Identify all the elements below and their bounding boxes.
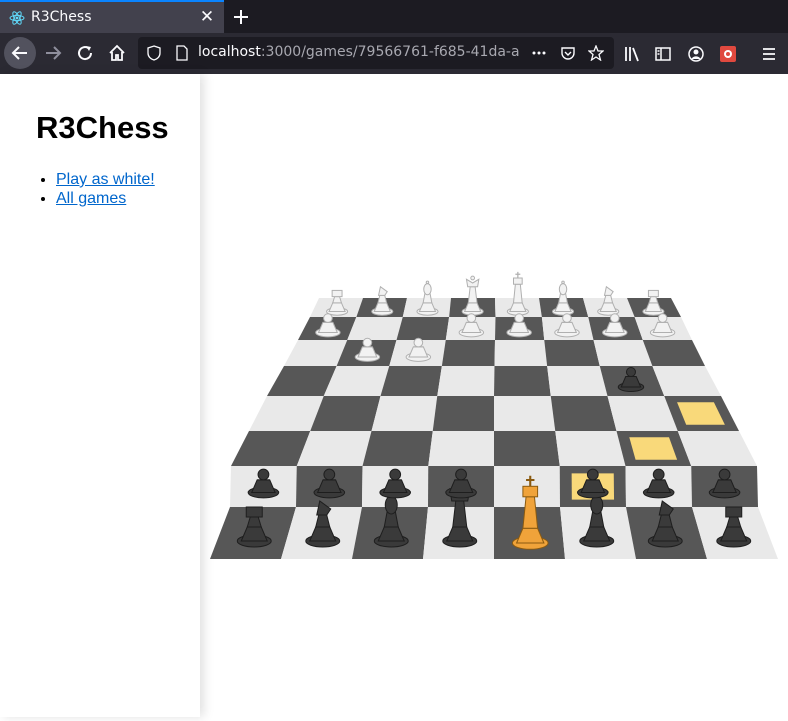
king-piece[interactable]: [506, 271, 529, 316]
board-square[interactable]: [494, 396, 556, 431]
board-square[interactable]: [550, 396, 617, 431]
reload-button[interactable]: [69, 37, 101, 69]
forward-arrow-icon: [46, 46, 62, 60]
board-square[interactable]: [284, 340, 348, 366]
pocket-icon[interactable]: [560, 45, 576, 61]
board-square[interactable]: [593, 340, 653, 366]
all-games-link[interactable]: All games: [56, 190, 126, 207]
sidebar: R3Chess Play as white! All games: [0, 74, 200, 717]
bookmark-star-icon[interactable]: [588, 45, 604, 61]
board-square[interactable]: [362, 431, 433, 466]
board-square[interactable]: [432, 396, 494, 431]
board-square[interactable]: [428, 431, 494, 466]
page-icon[interactable]: [174, 45, 190, 61]
close-tab-icon[interactable]: ✕: [199, 9, 215, 26]
library-icon[interactable]: [623, 45, 641, 63]
board-square[interactable]: [437, 366, 495, 396]
sidebar-toggle-icon[interactable]: [654, 45, 672, 63]
board-square[interactable]: [547, 366, 608, 396]
new-tab-icon[interactable]: [231, 7, 251, 27]
tab-bar: R3Chess ✕: [0, 0, 788, 33]
reload-icon: [78, 46, 93, 61]
move-highlight[interactable]: [629, 437, 678, 460]
board-square[interactable]: [441, 340, 495, 366]
tab-title: R3Chess: [31, 9, 92, 25]
board-square[interactable]: [555, 431, 626, 466]
board-square[interactable]: [494, 431, 560, 466]
back-arrow-icon: [11, 46, 27, 60]
forward-button[interactable]: [37, 37, 69, 69]
board-square[interactable]: [652, 366, 721, 396]
board-square[interactable]: [347, 317, 403, 340]
board-canvas[interactable]: [200, 74, 788, 717]
list-item: Play as white!: [56, 170, 155, 189]
browser-tab[interactable]: R3Chess ✕: [0, 0, 224, 33]
extension-icon[interactable]: [719, 45, 737, 63]
board-square[interactable]: [642, 340, 705, 366]
home-icon: [109, 44, 125, 61]
address-bar[interactable]: localhost:3000/games/79566761-f685-41da-…: [138, 37, 614, 69]
home-button[interactable]: [101, 37, 133, 69]
account-icon[interactable]: [687, 45, 705, 63]
board-square[interactable]: [231, 431, 311, 466]
queen-piece[interactable]: [461, 275, 484, 316]
board-square[interactable]: [677, 431, 757, 466]
shield-icon[interactable]: [146, 45, 162, 61]
chess-board[interactable]: [200, 74, 788, 717]
url-text[interactable]: localhost:3000/games/79566761-f685-41da-…: [198, 44, 523, 60]
play-as-white-link[interactable]: Play as white!: [56, 171, 155, 188]
board-square[interactable]: [371, 396, 438, 431]
board-square[interactable]: [380, 366, 442, 396]
board-square[interactable]: [494, 340, 548, 366]
board-square[interactable]: [494, 366, 551, 396]
board-square[interactable]: [396, 317, 450, 340]
more-actions-icon[interactable]: [531, 45, 547, 61]
back-button[interactable]: [4, 37, 36, 69]
page-title: R3Chess: [36, 110, 169, 145]
react-icon: [9, 11, 25, 25]
nav-links: Play as white! All games: [16, 170, 155, 208]
menu-icon[interactable]: [760, 45, 778, 63]
nav-toolbar: localhost:3000/games/79566761-f685-41da-…: [0, 33, 788, 74]
board-square[interactable]: [544, 340, 600, 366]
list-item: All games: [56, 189, 155, 208]
